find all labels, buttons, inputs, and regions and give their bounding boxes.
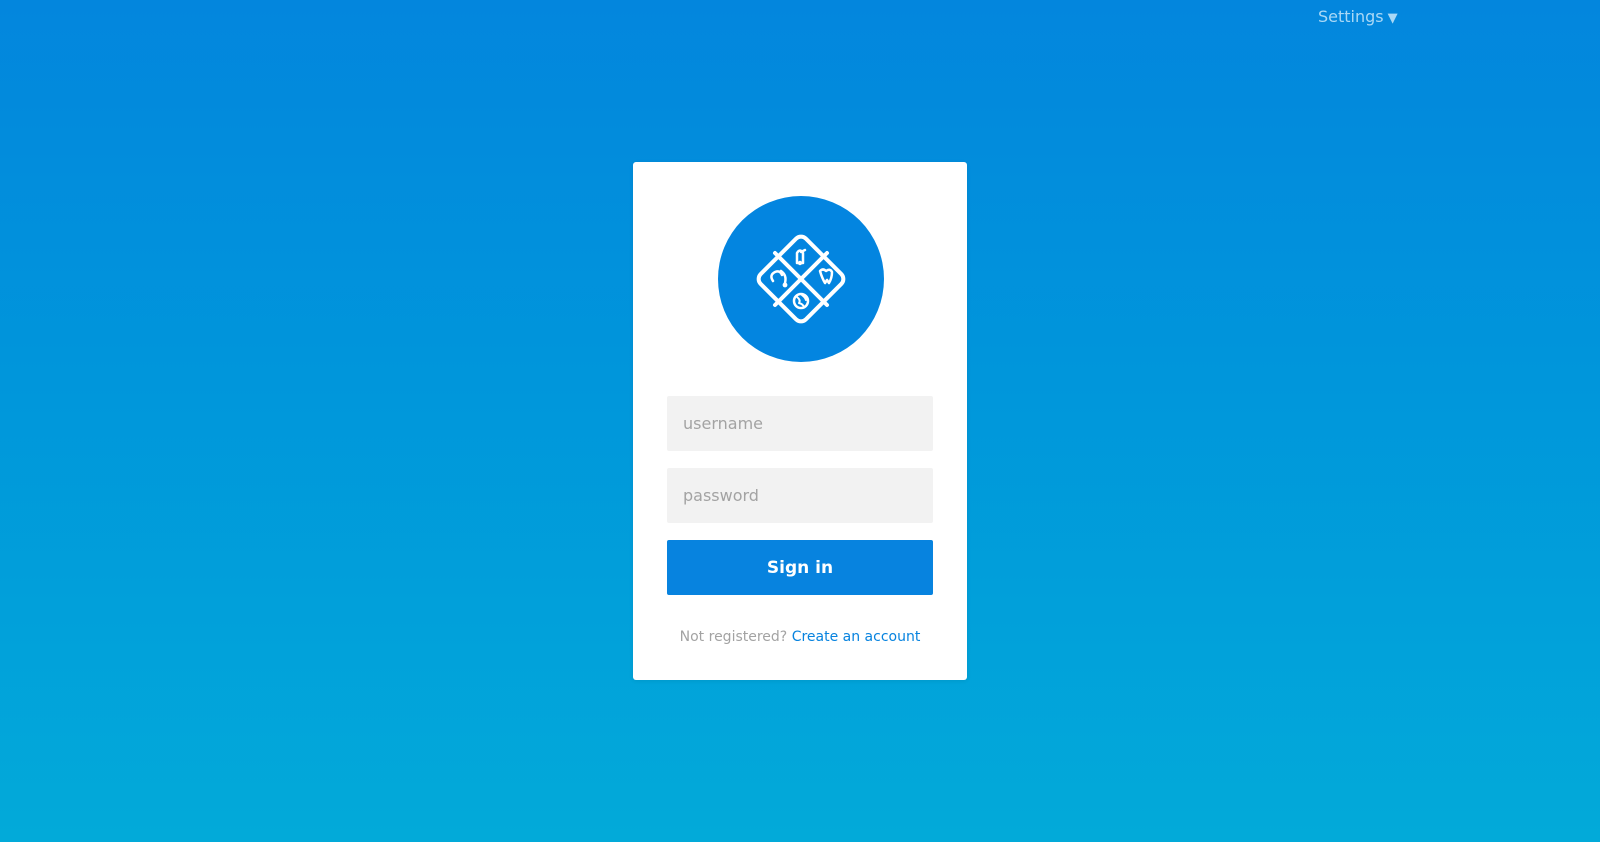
- register-prompt: Not registered? Create an account: [633, 628, 967, 646]
- settings-label: Settings: [1318, 7, 1384, 26]
- username-field[interactable]: [667, 396, 933, 451]
- create-account-link[interactable]: Create an account: [792, 629, 921, 645]
- password-field[interactable]: [667, 468, 933, 523]
- login-card: Sign in Not registered? Create an accoun…: [633, 162, 967, 680]
- medical-diamond-logo-icon: [756, 234, 846, 324]
- settings-menu[interactable]: Settings ▼: [1318, 6, 1398, 30]
- caret-down-icon: ▼: [1387, 11, 1398, 26]
- logo: [718, 196, 884, 362]
- register-text: Not registered?: [679, 629, 788, 645]
- sign-in-button[interactable]: Sign in: [667, 540, 933, 595]
